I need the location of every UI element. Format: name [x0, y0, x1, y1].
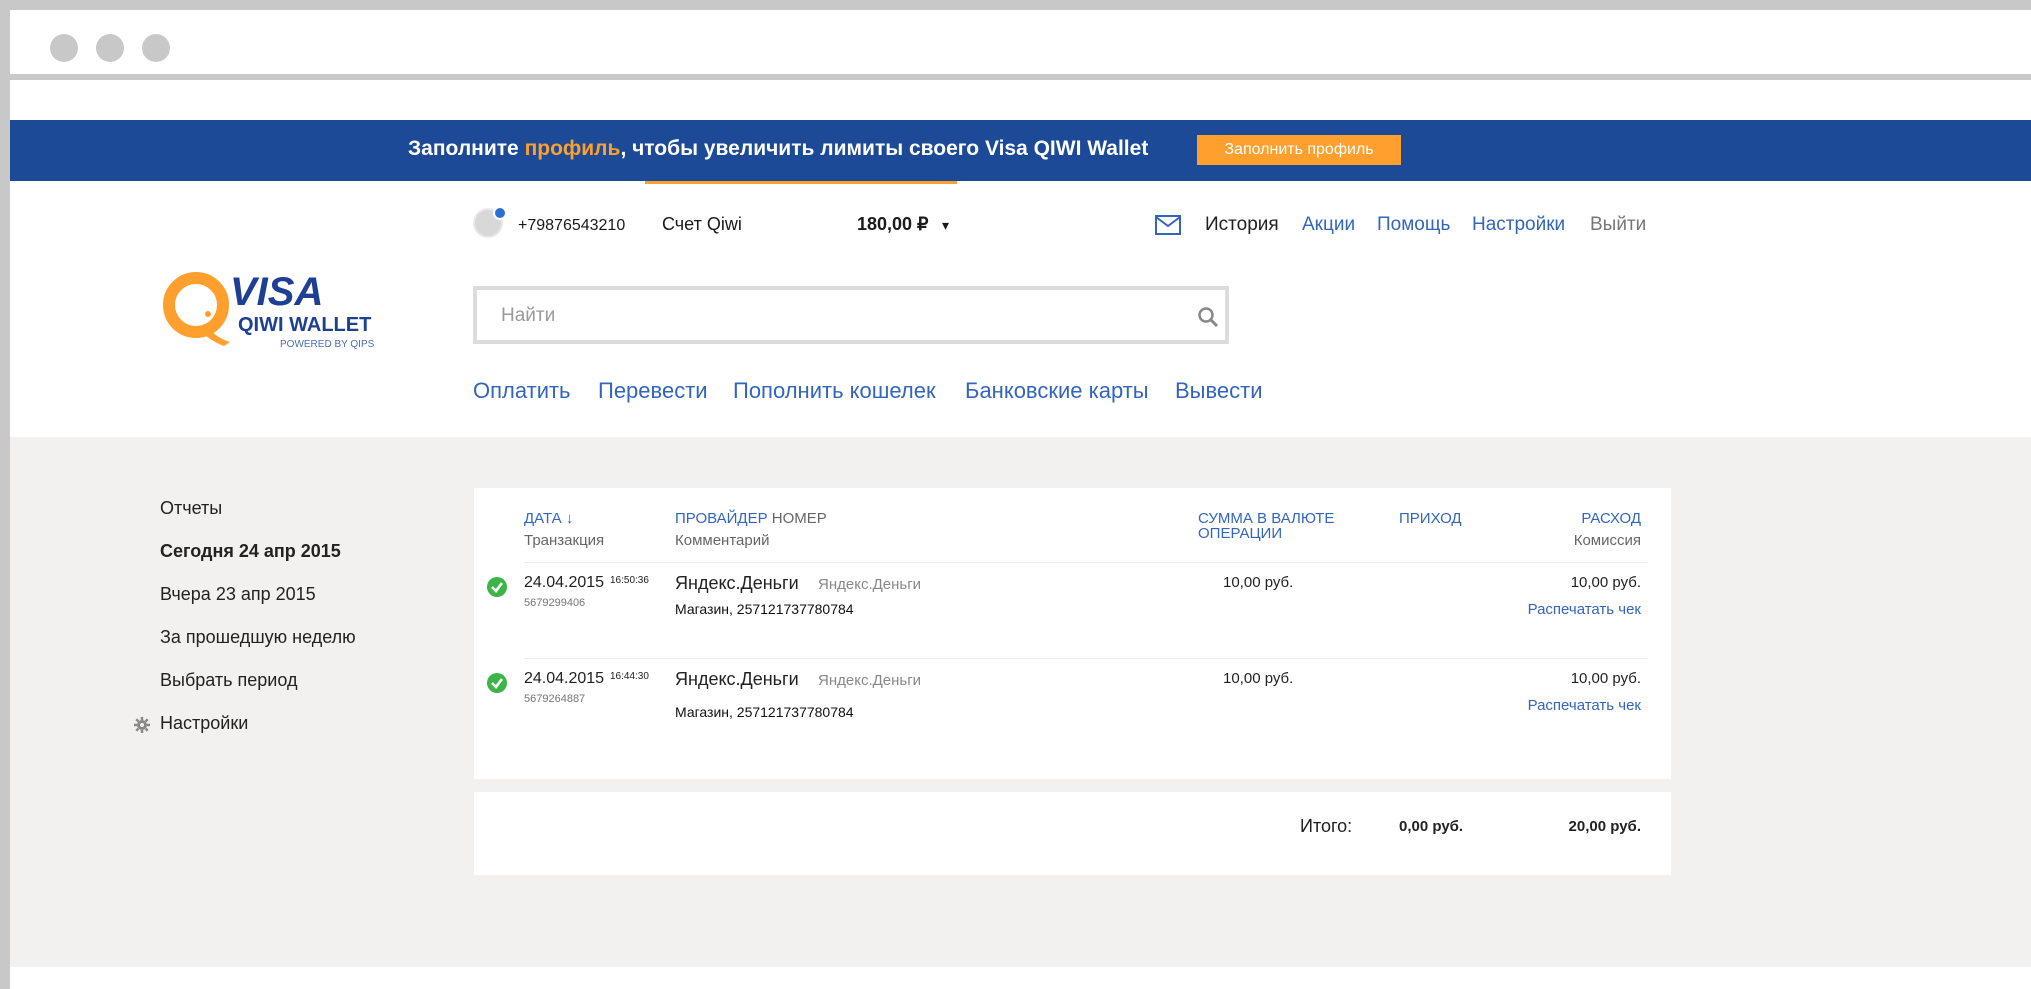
- header-date[interactable]: ДАТА ↓: [524, 511, 573, 527]
- row-date: 24.04.2015: [524, 670, 605, 687]
- nav-withdraw[interactable]: Вывести: [1175, 378, 1263, 404]
- chevron-down-icon[interactable]: ▾: [942, 217, 949, 234]
- browser-window: Заполните профиль, чтобы увеличить лимит…: [0, 0, 2031, 989]
- mail-icon[interactable]: [1155, 215, 1181, 235]
- row-provider-sub: Яндекс.Деньги: [818, 576, 922, 593]
- header-expense[interactable]: РАСХОД: [1581, 511, 1641, 527]
- row-time: 16:44:30: [610, 671, 649, 682]
- total-label: Итого:: [1300, 816, 1353, 836]
- totals-panel: Итого: 0,00 руб. 20,00 руб.: [474, 792, 1671, 875]
- row-expense: 10,00 руб.: [1570, 670, 1641, 687]
- sidebar-item-yesterday[interactable]: Вчера 23 апр 2015: [160, 584, 316, 605]
- nav-settings[interactable]: Настройки: [1472, 214, 1565, 236]
- transactions-panel: ДАТА ↓ Транзакция ПРОВАЙДЕР НОМЕР Коммен…: [474, 488, 1671, 779]
- table-divider: [524, 658, 1647, 659]
- row-provider-sub: Яндекс.Деньги: [818, 672, 922, 689]
- qiwi-logo-icon: [163, 272, 230, 346]
- row-comment: Магазин, 257121737780784: [675, 704, 854, 720]
- row-amount: 10,00 руб.: [1223, 670, 1294, 687]
- print-receipt-link[interactable]: Распечатать чек: [1528, 697, 1641, 714]
- banner-text-before: Заполните: [408, 137, 525, 160]
- row-provider[interactable]: Яндекс.Деньги: [675, 573, 799, 594]
- sidebar-item-settings[interactable]: Настройки: [160, 713, 248, 734]
- success-check-icon: [487, 577, 507, 597]
- banner-text-after: , чтобы увеличить лимиты своего Visa QIW…: [620, 137, 1149, 160]
- nav-help[interactable]: Помощь: [1377, 214, 1450, 236]
- header-sum-line2[interactable]: ОПЕРАЦИИ: [1198, 526, 1282, 542]
- search-box: [473, 286, 1229, 344]
- header-provider-label: ПРОВАЙДЕР: [675, 510, 768, 527]
- profile-banner: Заполните профиль, чтобы увеличить лимит…: [10, 120, 2031, 181]
- print-receipt-link[interactable]: Распечатать чек: [1528, 601, 1641, 618]
- gear-icon: [134, 717, 150, 733]
- sidebar-item-select-period[interactable]: Выбрать период: [160, 670, 297, 691]
- nav-bank-cards[interactable]: Банковские карты: [965, 378, 1149, 404]
- success-check-icon: [487, 673, 507, 693]
- row-time: 16:50:36: [610, 575, 649, 586]
- sidebar-item-reports[interactable]: Отчеты: [160, 498, 222, 519]
- table-divider: [524, 562, 1647, 563]
- row-expense: 10,00 руб.: [1570, 574, 1641, 591]
- banner-profile-link[interactable]: профиль: [525, 137, 621, 160]
- row-provider[interactable]: Яндекс.Деньги: [675, 669, 799, 690]
- nav-topup[interactable]: Пополнить кошелек: [733, 378, 936, 404]
- row-comment: Магазин, 257121737780784: [675, 601, 854, 617]
- logo-qiwi-text: QIWI WALLET: [238, 314, 372, 336]
- row-date: 24.04.2015: [524, 574, 605, 591]
- phone-number[interactable]: +79876543210: [518, 217, 625, 235]
- logo-visa-text: VISA: [230, 270, 324, 314]
- search-input[interactable]: [501, 302, 1161, 330]
- header-number-label: НОМЕР: [767, 510, 827, 527]
- search-icon[interactable]: [1197, 306, 1219, 328]
- total-income: 0,00 руб.: [1399, 818, 1464, 835]
- row-transaction-id: 5679264887: [524, 693, 586, 705]
- nav-promo[interactable]: Акции: [1302, 214, 1355, 236]
- verified-badge-icon: [493, 206, 507, 220]
- fill-profile-button[interactable]: Заполнить профиль: [1197, 135, 1401, 165]
- account-label[interactable]: Счет Qiwi: [662, 214, 742, 235]
- sidebar-item-last-week[interactable]: За прошедшую неделю: [160, 627, 356, 648]
- active-tab-indicator: [645, 181, 957, 184]
- row-transaction-id: 5679299406: [524, 597, 586, 609]
- window-minimize-dot[interactable]: [96, 34, 124, 62]
- window-close-dot[interactable]: [50, 34, 78, 62]
- window-maximize-dot[interactable]: [142, 34, 170, 62]
- logo-powered-text: POWERED BY QIPS: [280, 339, 375, 350]
- header-comment: Комментарий: [675, 532, 770, 549]
- browser-titlebar: [10, 10, 2031, 80]
- header-commission: Комиссия: [1573, 532, 1641, 549]
- banner-text: Заполните профиль, чтобы увеличить лимит…: [408, 137, 1148, 161]
- nav-transfer[interactable]: Перевести: [598, 378, 708, 404]
- header-transaction: Транзакция: [524, 532, 605, 549]
- row-amount: 10,00 руб.: [1223, 574, 1294, 591]
- total-expense: 20,00 руб.: [1568, 818, 1641, 835]
- account-balance[interactable]: 180,00 ₽: [857, 214, 929, 235]
- nav-pay[interactable]: Оплатить: [473, 378, 571, 404]
- header-provider[interactable]: ПРОВАЙДЕР НОМЕР: [675, 511, 827, 527]
- sidebar-item-today[interactable]: Сегодня 24 апр 2015: [160, 541, 341, 562]
- nav-logout[interactable]: Выйти: [1590, 214, 1646, 236]
- visa-qiwi-logo[interactable]: VISA QIWI WALLET POWERED BY QIPS: [160, 268, 390, 358]
- nav-history[interactable]: История: [1205, 214, 1279, 236]
- header-income[interactable]: ПРИХОД: [1399, 511, 1462, 527]
